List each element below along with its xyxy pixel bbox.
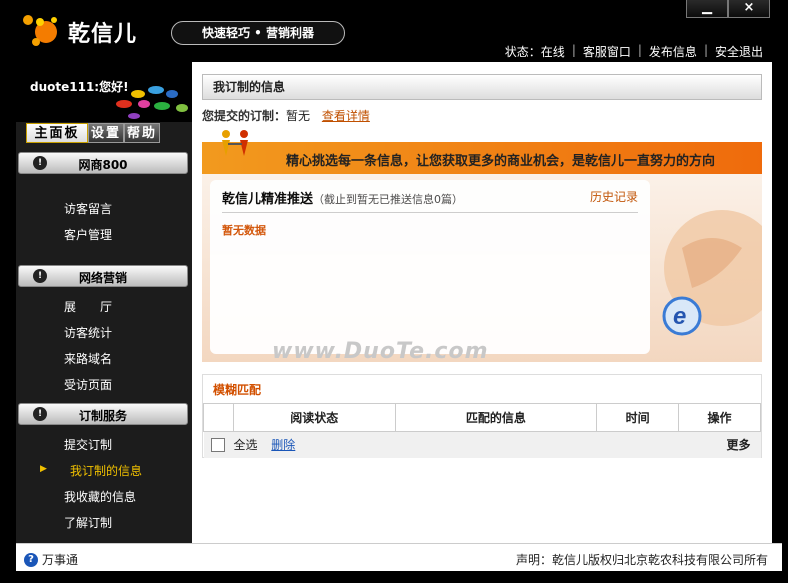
sidebar-item-my-custom-info[interactable]: 我订制的信息 [70,462,142,479]
help-icon: ? [24,552,38,567]
page-title: 我订制的信息 [202,74,762,100]
sidebar-item-customer-management[interactable]: 客户管理 [64,226,112,243]
handshake-icon [222,130,248,156]
table-header-row: 阅读状态 匹配的信息 时间 操作 [203,403,761,432]
sidebar-item-learn-custom[interactable]: 了解订制 [64,514,112,531]
sidebar-item-visitor-messages[interactable]: 访客留言 [64,200,112,217]
history-link[interactable]: 历史记录 [590,188,638,205]
decorative-dots-icon [116,86,188,119]
minimize-button[interactable]: ▁ [686,0,728,18]
sidebar-item-visitor-stats[interactable]: 访客统计 [64,324,112,341]
section-title: 网络营销 [78,271,127,285]
username-greeting: duote111:您好! [30,80,129,94]
section-title: 订制服务 [78,409,127,423]
push-note: （截止到暂无已推送信息0篇） [313,193,464,206]
divider [222,212,638,213]
fuzzy-match-title: 模糊匹配 [213,383,262,397]
close-button[interactable]: × [728,0,770,18]
promo-banner: 精心挑选每一条信息，让您获取更多的商业机会，是乾信儿一直努力的方向 [202,130,762,174]
submitted-custom-row: 您提交的订制：暂无 查看详情 [202,107,370,124]
bulk-actions-cell: 全选 删除 [233,431,679,458]
sidebar-item-visited-pages[interactable]: 受访页面 [64,376,112,393]
view-detail-link[interactable]: 查看详情 [322,109,370,123]
no-data-text: 暂无数据 [222,224,266,237]
column-header-time: 时间 [596,403,680,432]
section-header-custom-service[interactable]: ! 订制服务 [18,403,188,425]
column-header [203,403,234,432]
user-box: duote111:您好! [16,62,192,122]
sidebar-item-submit-custom[interactable]: 提交订制 [64,436,112,453]
logout-link[interactable]: 安全退出 [708,43,770,60]
select-all-checkbox[interactable] [211,438,226,452]
sidebar-item-referrer-domains[interactable]: 来路域名 [64,350,112,367]
push-title-row: 乾信儿精准推送（截止到暂无已推送信息0篇） [222,188,463,207]
submitted-label: 您提交的订制： [202,109,287,123]
brand-name: 乾信儿 [68,22,138,47]
globe-e-icon: e [662,210,762,336]
app-window: 乾信儿 快速轻巧 • 营销利器 ▁ × 状态：在线 | 客服窗口 | 发布信息 … [0,0,788,583]
section-header-network-marketing[interactable]: ! 网络营销 [18,265,188,287]
push-panel: e 乾信儿精准推送（截止到暂无已推送信息0篇） 历史记录 暂无数据 www.Du… [202,174,762,364]
column-header-actions: 操作 [678,403,761,432]
window-controls: ▁ × [686,0,770,18]
main-content: 我订制的信息 您提交的订制：暂无 查看详情 精心挑选每一条信息，让您获取更多的商… [192,62,772,543]
push-card: 乾信儿精准推送（截止到暂无已推送信息0篇） 历史记录 暂无数据 [210,180,650,354]
section-header-wangshang[interactable]: ! 网商800 [18,152,188,174]
section-title: 网商800 [78,158,128,172]
help-label: 万事通 [42,553,79,567]
column-header-matched-info: 匹配的信息 [394,403,598,432]
footer: ? 万事通 声明：乾信儿版权归北京乾农科技有限公司所有 [16,543,782,571]
table-footer-row: 全选 删除 更多 [203,431,761,458]
logo-icon [23,15,57,46]
sidebar: duote111:您好! 主面板 设置 帮助 ! 网商800 访客留言 客户管理 [16,62,192,543]
status-bar: 状态：在线 | 客服窗口 | 发布信息 | 安全退出 [498,43,770,60]
banner-text: 精心挑选每一条信息，让您获取更多的商业机会，是乾信儿一直努力的方向 [286,154,716,169]
sidebar-item-my-favorites[interactable]: 我收藏的信息 [64,488,136,505]
sidebar-item-showroom[interactable]: 展 厅 [64,298,112,315]
header: 乾信儿 快速轻巧 • 营销利器 ▁ × 状态：在线 | 客服窗口 | 发布信息 … [0,0,788,62]
delete-link[interactable]: 删除 [271,438,295,452]
watermark-text: www.DuoTe.com [272,339,489,364]
fuzzy-match-box: 模糊匹配 阅读状态 匹配的信息 时间 操作 全选 删除 更多 [202,374,762,458]
help-link[interactable]: ? 万事通 [24,551,78,568]
select-all-label[interactable]: 全选 [233,438,257,452]
submitted-value: 暂无 [286,109,311,123]
online-status[interactable]: 状态：在线 [498,43,572,60]
active-arrow-icon: ▶ [40,464,47,474]
slogan-badge: 快速轻巧 • 营销利器 [171,21,345,45]
publish-info-link[interactable]: 发布信息 [642,43,704,60]
tab-help[interactable]: 帮助 [124,123,160,143]
column-header-read-status: 阅读状态 [232,403,396,432]
tab-settings[interactable]: 设置 [88,123,124,143]
push-title: 乾信儿精准推送 [222,192,314,207]
more-link[interactable]: 更多 [678,431,761,458]
copyright-text: 声明：乾信儿版权归北京乾农科技有限公司所有 [515,553,768,567]
sidebar-tabs: 主面板 设置 帮助 [26,123,160,143]
tab-main-panel[interactable]: 主面板 [26,123,88,143]
select-all-cell [203,431,234,458]
svg-text:e: e [673,303,686,330]
service-window-link[interactable]: 客服窗口 [576,43,638,60]
match-table: 阅读状态 匹配的信息 时间 操作 全选 删除 更多 [203,403,761,458]
